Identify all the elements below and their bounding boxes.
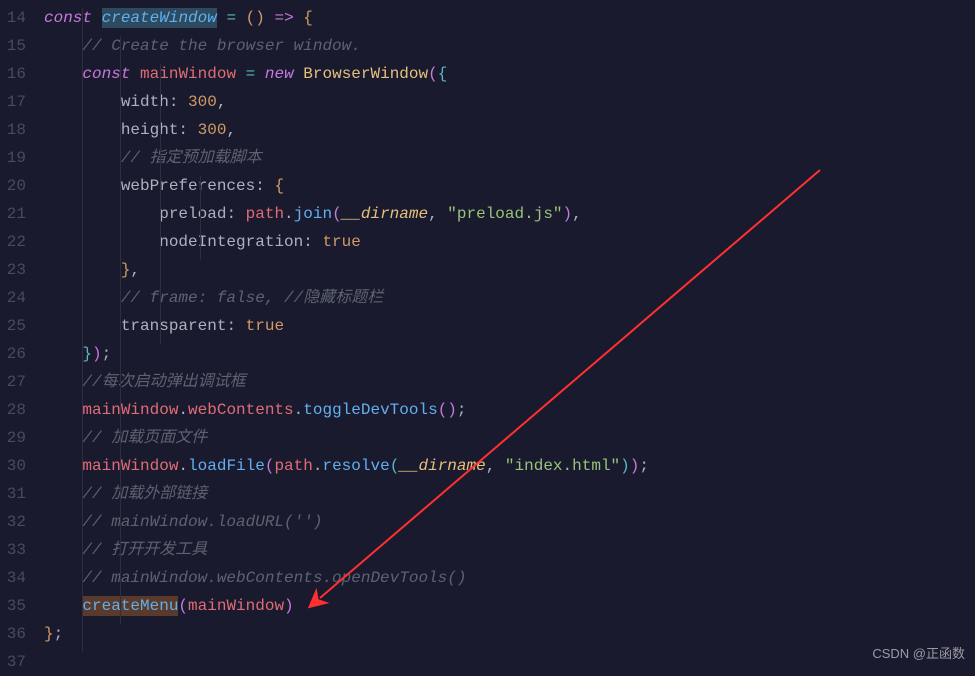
line-number: 16 <box>0 60 26 88</box>
code-line[interactable]: webPreferences: { <box>44 172 975 200</box>
line-number: 29 <box>0 424 26 452</box>
code-line[interactable]: }; <box>44 620 975 648</box>
function-definition: createWindow <box>102 8 217 28</box>
line-number: 36 <box>0 620 26 648</box>
line-number: 15 <box>0 32 26 60</box>
code-line[interactable]: width: 300, <box>44 88 975 116</box>
line-number: 33 <box>0 536 26 564</box>
line-number: 35 <box>0 592 26 620</box>
line-number: 31 <box>0 480 26 508</box>
line-number: 27 <box>0 368 26 396</box>
code-line[interactable]: // Create the browser window. <box>44 32 975 60</box>
code-line[interactable]: nodeIntegration: true <box>44 228 975 256</box>
code-line[interactable]: // mainWindow.webContents.openDevTools() <box>44 564 975 592</box>
line-number: 22 <box>0 228 26 256</box>
line-number: 19 <box>0 144 26 172</box>
line-number: 34 <box>0 564 26 592</box>
line-number: 23 <box>0 256 26 284</box>
line-number: 25 <box>0 312 26 340</box>
code-line[interactable]: // 加载外部链接 <box>44 480 975 508</box>
code-line[interactable]: const createWindow = () => { <box>44 4 975 32</box>
code-line[interactable]: }, <box>44 256 975 284</box>
code-line[interactable]: // 打开开发工具 <box>44 536 975 564</box>
code-line[interactable]: mainWindow.loadFile(path.resolve(__dirna… <box>44 452 975 480</box>
code-line[interactable]: createMenu(mainWindow) <box>44 592 975 620</box>
line-number: 17 <box>0 88 26 116</box>
line-number: 21 <box>0 200 26 228</box>
line-number: 32 <box>0 508 26 536</box>
code-line[interactable]: transparent: true <box>44 312 975 340</box>
line-number: 26 <box>0 340 26 368</box>
code-area[interactable]: const createWindow = () => { // Create t… <box>38 4 975 672</box>
line-number: 24 <box>0 284 26 312</box>
code-editor[interactable]: 14 15 16 17 18 19 20 21 22 23 24 25 26 2… <box>0 0 975 672</box>
line-number-gutter: 14 15 16 17 18 19 20 21 22 23 24 25 26 2… <box>0 4 38 672</box>
line-number: 18 <box>0 116 26 144</box>
function-call: createMenu <box>82 596 178 616</box>
line-number: 28 <box>0 396 26 424</box>
line-number: 14 <box>0 4 26 32</box>
code-line[interactable]: height: 300, <box>44 116 975 144</box>
code-line[interactable]: // frame: false, //隐藏标题栏 <box>44 284 975 312</box>
code-line[interactable]: // 加载页面文件 <box>44 424 975 452</box>
code-line[interactable]: }); <box>44 340 975 368</box>
code-line[interactable]: //每次启动弹出调试框 <box>44 368 975 396</box>
code-line[interactable]: // 指定预加载脚本 <box>44 144 975 172</box>
line-number: 20 <box>0 172 26 200</box>
code-line[interactable]: const mainWindow = new BrowserWindow({ <box>44 60 975 88</box>
watermark: CSDN @正函数 <box>872 643 965 666</box>
code-line[interactable]: // mainWindow.loadURL('') <box>44 508 975 536</box>
code-line[interactable]: mainWindow.webContents.toggleDevTools(); <box>44 396 975 424</box>
line-number: 30 <box>0 452 26 480</box>
code-line[interactable]: preload: path.join(__dirname, "preload.j… <box>44 200 975 228</box>
